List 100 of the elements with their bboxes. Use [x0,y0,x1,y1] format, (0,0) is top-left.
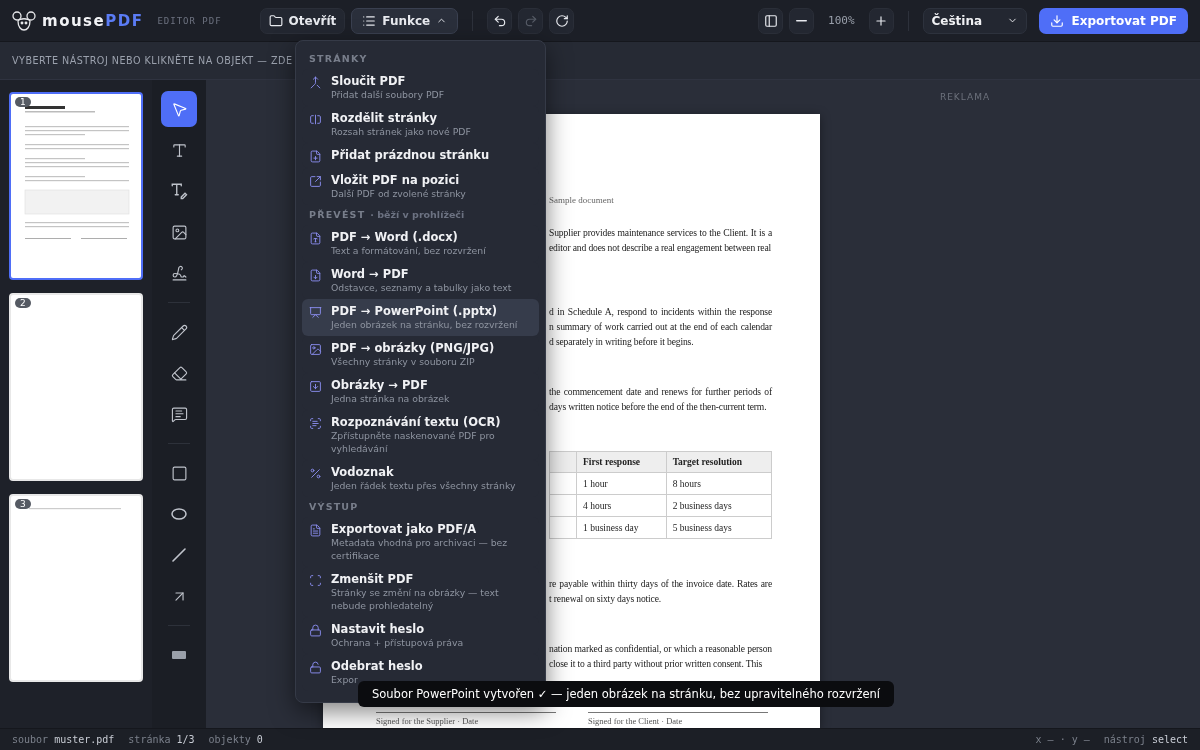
logo-text-accent: PDF [105,11,144,30]
text-line: days written notice before the end of the then-current term. [549,400,768,414]
scan-text-icon [309,417,322,430]
filled-rectangle-icon [172,651,186,659]
menu-item-title: Word → PDF [331,267,410,281]
lock-icon [309,624,322,637]
menu-item-title: Odebrat heslo [331,659,424,673]
functions-button[interactable]: Funkce [351,7,459,34]
refresh-button[interactable] [549,7,575,34]
pointer-icon [170,100,188,118]
menu-section-title: VÝSTUP [309,501,359,512]
text-pen-icon [170,182,188,200]
language-select[interactable]: Čeština [922,7,1027,34]
tool-button[interactable] [161,91,197,127]
menu-item-title: PDF → Word (.docx) [331,230,459,244]
file-download-icon [309,269,322,282]
table-cell: 4 hours [576,494,667,517]
zoom-out-button[interactable] [789,7,815,34]
page-indicator: 1/3 [176,734,195,745]
plus-icon [874,13,889,28]
separator-dot: · [1059,734,1066,745]
text-line: n summary of work carried out at the end of each calendar [549,320,772,334]
menu-item-title: PDF → PowerPoint (.pptx) [331,304,499,318]
text-line: d separately in writing before it begins. [549,335,695,349]
table-cell: 1 business day [576,516,667,539]
image-icon [170,223,188,241]
menu-item-title: Vodoznak [331,465,395,479]
file-plus-icon [309,150,322,163]
zoom-in-button[interactable] [868,7,894,34]
table-cell: 2 business days [666,494,772,517]
table-header: First response [576,451,667,473]
export-button[interactable]: Exportovat PDF [1038,7,1188,34]
text-line: d in Schedule A, respond to incidents within the response [549,305,772,319]
menu-item-description: Expor [331,673,359,686]
presentation-icon [309,306,322,319]
menu-item-description: Ochrana + přístupová práva [331,636,465,649]
merge-icon [309,76,322,89]
cursor-y: y – [1071,734,1090,745]
menu-item-description: Odstavce, seznamy a tabulky jako text [331,281,513,294]
status-label: stránka [128,734,171,745]
app-subtitle: EDITOR PDF [157,15,222,26]
menu-item-description: Stránky se změní na obrázky — text nebude prohledatelný [331,586,500,612]
menu-item-description: Jedna stránka na obrázek [331,392,451,405]
unlock-icon [309,661,322,674]
menu-item-title: Vložit PDF na pozici [331,173,461,187]
download-icon [1049,13,1064,28]
undo-button[interactable] [487,7,513,34]
signature-icon [170,264,188,282]
menu-item-description: Text a formátování, bez rozvržení [331,244,487,257]
open-button[interactable]: Otevřít [259,7,346,34]
object-count: 0 [256,734,263,745]
refresh-icon [554,13,569,28]
image-icon [309,343,322,356]
split-icon [309,113,322,126]
list-icon [362,13,377,28]
cursor-x: x – [1035,734,1054,745]
menu-item-description: Všechny stránky v souboru ZIP [331,355,476,368]
menu-item[interactable]: PDF → PowerPoint (.pptx) Jeden obrázek na stránku, bez rozvržení [302,299,539,336]
download-square-icon [309,380,322,393]
zoom-level: 100% [827,14,856,27]
menu-item-title: Nastavit heslo [331,622,426,636]
document-icon [309,232,322,245]
text-icon [170,141,188,159]
table-header: Target resolution [666,451,772,473]
line-icon [172,548,186,562]
menu-item-description: Jeden řádek textu přes všechny stránky [331,479,517,492]
hint-text: VYBERTE NÁSTROJ NEBO KLIKNĚTE NA OBJEKT — ZDE [12,55,293,66]
external-link-icon [309,175,322,188]
text-line: the commencement date and renews for further periods of [549,385,772,399]
page-thumbnail[interactable]: 1 [9,92,143,280]
menu-section-title: STRÁNKY [309,53,368,64]
table-cell: 1 hour [576,472,667,495]
sidebar-toggle-button[interactable] [758,7,784,34]
menu-section-note: · běží v prohlížeči [370,209,465,220]
pencil-icon [170,323,188,341]
page-thumbnail[interactable]: 3 [9,494,143,682]
menu-item-title: Rozdělit stránky [331,111,438,125]
menu-item-title: Obrázky → PDF [331,378,429,392]
status-label: soubor [12,734,49,745]
document-subtitle: Sample document [549,194,614,206]
text-line: nation marked as confidential, or which a reasonable person [549,642,772,656]
text-line: re payable within thirty days of the invoice date. Rates are [549,577,772,591]
menu-section-title: PŘEVÉST [309,209,366,220]
table-cell: 5 business days [666,516,772,539]
ellipse-icon [171,508,187,520]
folder-icon [268,13,283,28]
mouse-logo-icon [12,9,36,32]
menu-item-description: Zpřístupněte naskenované PDF pro vyhledávání [331,429,496,455]
sidebar-icon [763,13,778,28]
menu-item-title: Rozpoznávání textu (OCR) [331,415,502,429]
menu-item-title: Přidat prázdnou stránku [331,148,490,162]
file-name: muster.pdf [54,734,115,745]
text-line: t renewal on sixty days notice. [549,592,663,606]
menu-item-title: Exportovat jako PDF/A [331,522,478,536]
text-line: Supplier provides maintenance services to the Client. It is a [549,226,772,240]
percent-icon [309,467,322,480]
file-text-icon [309,524,322,537]
text-line: close it to a third party without prior written consent. This [549,657,764,671]
text-line: editor and does not describe a real engagement between real [549,241,772,255]
page-thumbnail[interactable]: 2 [9,293,143,481]
